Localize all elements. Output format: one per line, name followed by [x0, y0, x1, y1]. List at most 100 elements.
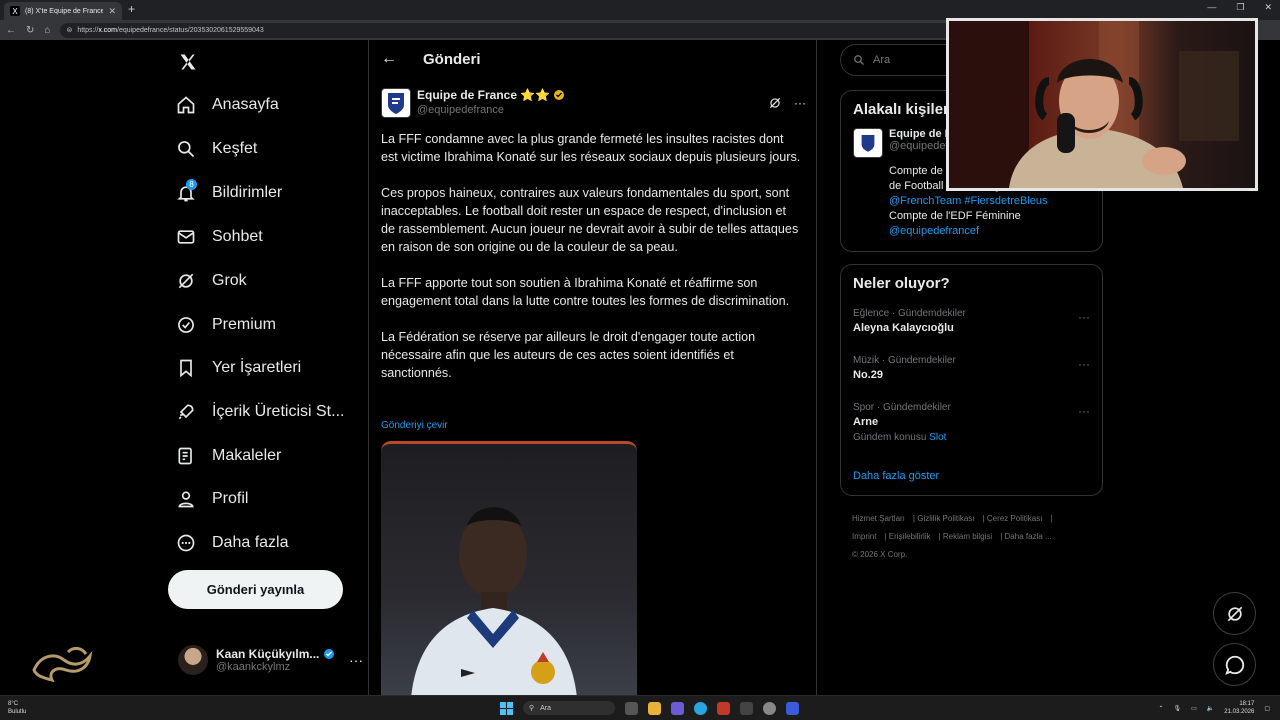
- author-handle[interactable]: @equipedefrance: [417, 104, 565, 116]
- translate-post-link[interactable]: Gönderiyi çevir: [381, 420, 448, 431]
- dragon-logo-icon: [28, 642, 100, 682]
- maximize-icon[interactable]: ❐: [1236, 2, 1244, 13]
- sidebar-item-grok[interactable]: Grok: [176, 269, 247, 293]
- trend-name: Aleyna Kalaycıoğlu: [853, 322, 954, 334]
- sidebar-item-chat[interactable]: Sohbet: [176, 225, 263, 249]
- taskbar-search[interactable]: ⚲ Ara: [523, 701, 615, 715]
- grok-explain-icon[interactable]: [768, 96, 782, 110]
- footer-link[interactable]: Imprint: [852, 532, 876, 541]
- account-switcher[interactable]: Kaan Küçükyılm... @kaankckylmz ···: [178, 645, 363, 675]
- sidebar-item-profile[interactable]: Profil: [176, 487, 248, 511]
- sidebar-item-label: Profil: [212, 490, 249, 507]
- footer-link[interactable]: Reklam bilgisi: [943, 532, 992, 541]
- trend-category: Spor · Gündemdekiler: [853, 402, 951, 413]
- trend-name: No.29: [853, 369, 883, 381]
- footer-link[interactable]: Çerez Politikası: [987, 514, 1043, 523]
- messages-fab-button[interactable]: [1213, 643, 1256, 686]
- trend-item[interactable]: Eğlence · Gündemdekiler Aleyna Kalaycıoğ…: [841, 302, 1102, 349]
- edge-icon[interactable]: [694, 701, 707, 715]
- taskbar-search-label: Ara: [540, 704, 552, 712]
- bell-icon: 8: [176, 179, 197, 203]
- sidebar-item-creator-studio[interactable]: İçerik Üreticisi St...: [176, 400, 344, 424]
- search-icon: [854, 55, 864, 65]
- sidebar-item-articles[interactable]: Makaleler: [176, 444, 281, 468]
- more-icon[interactable]: ···: [1078, 357, 1090, 371]
- related-bio-tags[interactable]: @FrenchTeam #FiersdetreBleus: [889, 194, 1090, 209]
- more-icon[interactable]: ···: [1078, 310, 1090, 324]
- close-tab-icon[interactable]: ✕: [108, 6, 116, 17]
- post-author: Equipe de France ⭐⭐ @equipedefrance ···: [381, 88, 806, 118]
- chrome-icon[interactable]: [763, 701, 776, 715]
- app-icon[interactable]: [786, 701, 799, 715]
- post-button[interactable]: Gönderi yayınla: [168, 570, 343, 609]
- app-icon[interactable]: [717, 701, 730, 715]
- clock[interactable]: 18:17 21.03.2026: [1224, 700, 1254, 716]
- close-window-icon[interactable]: ✕: [1264, 2, 1272, 13]
- x-logo-icon[interactable]: [178, 52, 198, 72]
- app-icon[interactable]: [740, 701, 753, 715]
- weather-desc: Bulutlu: [8, 709, 27, 715]
- sidebar-item-label: Yer İşaretleri: [212, 359, 302, 376]
- volume-icon[interactable]: 🔈: [1207, 705, 1214, 712]
- post-paragraph: La FFF apporte tout son soutien à Ibrahi…: [381, 276, 790, 308]
- search-icon: [176, 139, 196, 159]
- weather-widget[interactable]: 8°C Bulutlu: [8, 700, 26, 716]
- sidebar-item-label: İçerik Üreticisi St...: [212, 403, 345, 420]
- trends-title: Neler oluyor?: [853, 275, 950, 292]
- reload-icon[interactable]: ↻: [26, 25, 34, 36]
- sidebar-item-more[interactable]: Daha fazla: [176, 531, 289, 555]
- trend-item[interactable]: Spor · Gündemdekiler Arne Gündem konusu …: [841, 396, 1102, 458]
- chevron-up-icon[interactable]: ⌃: [1158, 705, 1163, 712]
- sidebar-item-bookmarks[interactable]: Yer İşaretleri: [176, 356, 301, 380]
- trend-name: Arne: [853, 416, 879, 428]
- avatar: [178, 645, 208, 675]
- home-icon[interactable]: ⌂: [44, 25, 50, 36]
- sidebar-item-notifications[interactable]: 8 Bildirimler: [176, 179, 283, 205]
- address-bar[interactable]: ⊜ https://x.com/equipedefrance/status/20…: [60, 22, 954, 38]
- footer-link[interactable]: Erişilebilirlik: [889, 532, 931, 541]
- notifications-icon[interactable]: ▢: [1264, 705, 1270, 712]
- notification-badge: 8: [186, 179, 197, 190]
- author-name[interactable]: Equipe de France ⭐⭐: [417, 88, 550, 102]
- sidebar-item-label: Bildirimler: [212, 184, 283, 201]
- sidebar-item-premium[interactable]: Premium: [176, 313, 276, 337]
- trend-item[interactable]: Müzik · Gündemdekiler No.29 ···: [841, 349, 1102, 396]
- system-tray: ⌃ 🎙 ▭ 🔈 18:17 21.03.2026 ▢: [1158, 700, 1270, 716]
- sidebar-item-home[interactable]: Anasayfa: [176, 93, 279, 117]
- sidebar-item-label: Makaleler: [212, 447, 282, 464]
- more-circle-icon: [176, 533, 196, 553]
- more-icon[interactable]: ···: [349, 652, 363, 668]
- related-bio-line: Compte de l'EDF Féminine: [889, 210, 1021, 222]
- footer-link[interactable]: Hizmet Şartları: [852, 514, 905, 523]
- task-view-icon[interactable]: [625, 701, 638, 715]
- trend-category: Eğlence · Gündemdekiler: [853, 308, 966, 319]
- footer-link[interactable]: Gizlilik Politikası: [917, 514, 974, 523]
- post-paragraph: Ces propos haineux, contraires aux valeu…: [381, 186, 799, 254]
- more-icon[interactable]: ···: [1078, 404, 1090, 418]
- back-arrow-icon[interactable]: ←: [381, 50, 397, 68]
- tab-title: (8) X'te Equipe de France ⭐⭐ ...: [25, 8, 104, 15]
- discord-icon[interactable]: [671, 701, 684, 715]
- site-info-icon[interactable]: ⊜: [66, 26, 72, 34]
- new-tab-icon[interactable]: +: [128, 2, 135, 16]
- related-bio-link[interactable]: @equipedefrancef: [889, 224, 1090, 239]
- windows-start-icon[interactable]: [500, 701, 513, 715]
- browser-tab[interactable]: X (8) X'te Equipe de France ⭐⭐ ... ✕: [4, 2, 122, 20]
- more-icon[interactable]: ···: [794, 96, 806, 110]
- trend-sub-link[interactable]: Slot: [929, 432, 946, 443]
- grok-icon: [176, 271, 196, 291]
- microphone-icon[interactable]: 🎙: [1174, 705, 1182, 712]
- footer-link[interactable]: Daha fazla ...: [1005, 532, 1052, 541]
- show-more-link[interactable]: Daha fazla göster: [841, 458, 1102, 496]
- grok-icon: [1227, 606, 1242, 621]
- minimize-icon[interactable]: —: [1207, 2, 1216, 13]
- file-explorer-icon[interactable]: [648, 701, 661, 715]
- sidebar-item-explore[interactable]: Keşfet: [176, 137, 257, 161]
- post-image[interactable]: [381, 441, 637, 695]
- fff-logo-icon[interactable]: [381, 88, 411, 118]
- chat-bubble-icon: [1224, 655, 1244, 675]
- left-sidebar: Anasayfa Keşfet 8 Bildirimler Sohbet Gro…: [168, 40, 368, 695]
- network-icon[interactable]: ▭: [1191, 705, 1197, 712]
- back-icon[interactable]: ←: [6, 25, 16, 36]
- grok-fab-button[interactable]: [1213, 592, 1256, 635]
